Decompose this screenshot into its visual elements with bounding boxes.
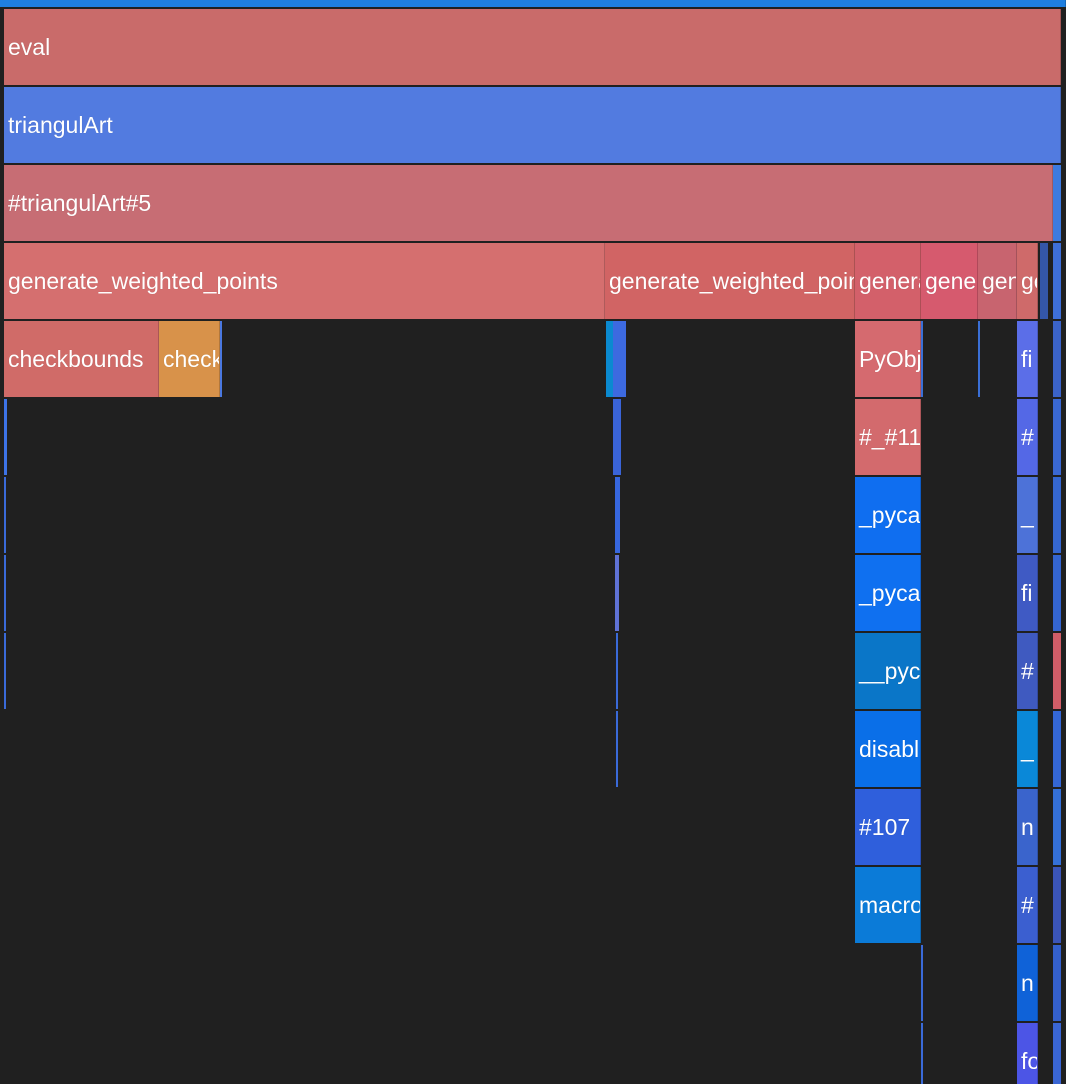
flame-frame[interactable]: # [1017,399,1038,475]
flame-frame-label: # [1021,892,1034,918]
flame-frame-label: eval [8,34,51,60]
flame-frame[interactable]: eval [4,9,1061,85]
flame-frame-label: generate_weighted_points [8,268,278,294]
flame-frame[interactable]: triangulArt [4,87,1061,163]
flame-frame[interactable]: generate_weighted_points [4,243,605,319]
flame-frame-label: fi [1021,580,1033,606]
flame-frame-sliver[interactable] [1053,945,1061,1021]
flame-frame-label: macro [859,892,921,918]
flame-frame-label: generate_weighted_points [925,268,977,294]
flame-frame-label: fo [1021,1048,1037,1074]
flame-frame-sliver[interactable] [1053,477,1061,553]
flame-frame-sliver[interactable] [921,321,923,397]
flame-frame-label: n [1021,970,1034,996]
flame-frame-label: disable [859,736,920,762]
flame-frame[interactable]: generate_weighted_points [855,243,921,319]
flame-frame[interactable]: checkbounds [4,321,159,397]
flame-frame-label: n [1021,814,1034,840]
flame-frame-sliver[interactable] [613,321,626,397]
flame-frame-label: _ [1021,736,1034,762]
flame-frame[interactable]: generate_weighted_points [978,243,1017,319]
flame-frame-sliver[interactable] [4,555,6,631]
flame-frame-sliver[interactable] [220,321,222,397]
flame-frame[interactable]: n [1017,789,1038,865]
flame-frame-label: checkbounds [163,346,220,372]
flame-frame-sliver[interactable] [1053,1023,1061,1084]
flame-frame-label: generate_weighted_points [982,268,1017,294]
flame-frame[interactable]: PyObject [855,321,921,397]
flame-frame[interactable]: #triangulArt#5 [4,165,1053,241]
flame-frame[interactable]: #_#11 [855,399,921,475]
flame-frame[interactable]: macro [855,867,921,943]
flame-frame-label: _pycall [859,502,921,528]
flame-frame-sliver[interactable] [615,555,619,631]
flame-frame[interactable]: __pycall [855,633,921,709]
flame-frame-sliver[interactable] [921,1023,923,1084]
flame-frame-sliver[interactable] [1053,555,1061,631]
flame-frame[interactable]: fi [1017,321,1038,397]
flame-frame-label: #107 [859,814,911,840]
flame-frame-sliver[interactable] [1053,399,1061,475]
flame-frame[interactable]: disable [855,711,921,787]
flame-frame-sliver[interactable] [1053,789,1061,865]
flame-frame-sliver[interactable] [616,633,618,709]
flame-frame-label: generate_weighted_points [609,268,855,294]
flame-frame-sliver[interactable] [615,477,620,553]
flame-frame[interactable]: fi [1017,555,1038,631]
flame-frame-sliver[interactable] [1053,321,1061,397]
flame-frame-sliver[interactable] [978,321,980,397]
flame-frame-label: # [1021,658,1034,684]
flame-frame[interactable]: _pycall [855,555,921,631]
flame-frame-label: generate_weighted_points [859,268,920,294]
flame-frame-sliver[interactable] [613,399,621,475]
flame-frame-sliver[interactable] [616,711,618,787]
flame-frame-sliver[interactable] [0,0,1066,7]
flame-frame-label: #triangulArt#5 [8,190,152,216]
flame-frame[interactable]: _pycall [855,477,921,553]
flame-frame[interactable]: generate_weighted_points [921,243,978,319]
flame-frame-sliver[interactable] [606,321,613,397]
flame-frame-label: # [1021,424,1034,450]
flame-frame-sliver[interactable] [4,399,7,475]
flame-frame-sliver[interactable] [1040,243,1048,319]
flame-frame-label: __pycall [859,658,921,684]
flame-frame[interactable]: generate_weighted_points [605,243,855,319]
flame-frame-label: _pycall [859,580,921,606]
flame-frame-label: generate_weighted_points [1021,268,1037,294]
flame-frame[interactable]: _ [1017,477,1038,553]
flame-frame[interactable]: # [1017,867,1038,943]
flame-frame-label: triangulArt [8,112,113,138]
flame-frame-sliver[interactable] [1053,711,1061,787]
flame-frame-sliver[interactable] [921,945,923,1021]
flame-frame-label: _ [1021,502,1034,528]
flame-frame-label: PyObject [859,346,920,372]
flame-frame[interactable]: fo [1017,1023,1038,1084]
flame-frame-sliver[interactable] [1053,867,1061,943]
flame-frame[interactable]: _ [1017,711,1038,787]
flame-frame-sliver[interactable] [1053,165,1061,241]
flame-frame-sliver[interactable] [1053,633,1061,709]
flame-frame[interactable]: n [1017,945,1038,1021]
flame-frame[interactable]: #107 [855,789,921,865]
flame-frame-sliver[interactable] [1053,243,1061,319]
flame-frame[interactable]: # [1017,633,1038,709]
flame-frame[interactable]: checkbounds [159,321,220,397]
flame-frame-sliver[interactable] [4,477,6,553]
flame-frame[interactable]: generate_weighted_points [1017,243,1038,319]
flame-frame-label: fi [1021,346,1033,372]
flamegraph-viewport[interactable]: eval triangulArt #triangulArt#5 generate_we… [0,0,1066,1084]
flame-frame-label: #_#11 [859,424,921,450]
flame-frame-label: checkbounds [8,346,144,372]
flame-frame-sliver[interactable] [4,633,6,709]
